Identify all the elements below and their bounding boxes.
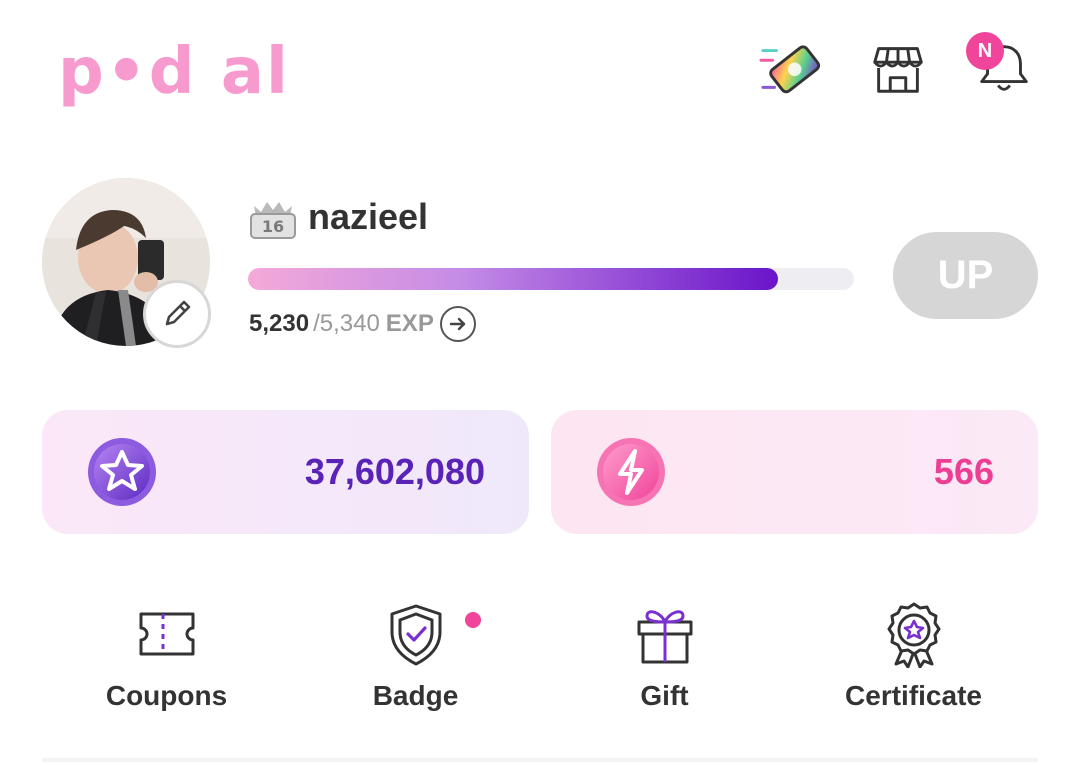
level-up-button[interactable]: UP [893, 232, 1038, 319]
menu-item-certificate[interactable]: Certificate [789, 600, 1038, 730]
app-header: p•d al N [0, 0, 1080, 130]
notification-badge: N [966, 32, 1004, 70]
badge-shield-icon [390, 604, 441, 666]
exp-detail-button[interactable] [439, 306, 476, 342]
level-badge-icon: 16 [250, 202, 296, 239]
bolt-balance-value: 566 [933, 451, 994, 492]
lightning-coin-icon [597, 438, 665, 506]
gift-icon [637, 610, 692, 664]
store-button[interactable] [866, 36, 930, 100]
menu-label-coupons: Coupons [105, 680, 228, 711]
exp-readout: 5,230 /5,340 EXP [249, 306, 476, 342]
exp-current: 5,230 [249, 310, 310, 337]
username: nazieel [308, 196, 429, 237]
star-coin-icon [88, 438, 156, 506]
exp-progress-bar [248, 268, 854, 290]
certificate-icon [887, 602, 940, 668]
bolt-balance-card[interactable]: 566 [551, 410, 1038, 534]
section-divider [42, 758, 1038, 762]
quick-menu: Coupons Badge Gift Certificate [42, 600, 1038, 730]
badge-new-dot [465, 612, 481, 628]
logo-text: p•d al [58, 35, 290, 109]
menu-label-gift: Gift [640, 680, 689, 711]
menu-label-certificate: Certificate [845, 680, 982, 711]
ticket-pass-icon [759, 45, 821, 94]
exp-unit: EXP [385, 310, 434, 337]
exp-progress-fill [248, 268, 778, 290]
store-icon [873, 47, 923, 93]
star-balance-card[interactable]: 37,602,080 [42, 410, 529, 534]
star-balance-value: 37,602,080 [304, 451, 485, 492]
coupon-icon [139, 612, 194, 656]
menu-item-gift[interactable]: Gift [540, 600, 789, 730]
menu-item-badge[interactable]: Badge [291, 600, 540, 730]
exp-max: /5,340 [313, 310, 380, 337]
menu-item-coupons[interactable]: Coupons [42, 600, 291, 730]
ticket-pass-button[interactable] [758, 36, 822, 100]
arrow-right-icon [449, 317, 466, 331]
edit-profile-button[interactable] [143, 280, 211, 348]
menu-label-badge: Badge [372, 680, 459, 711]
app-logo: p•d al [58, 32, 290, 112]
level-number: 16 [262, 217, 284, 236]
pencil-icon [165, 300, 191, 326]
